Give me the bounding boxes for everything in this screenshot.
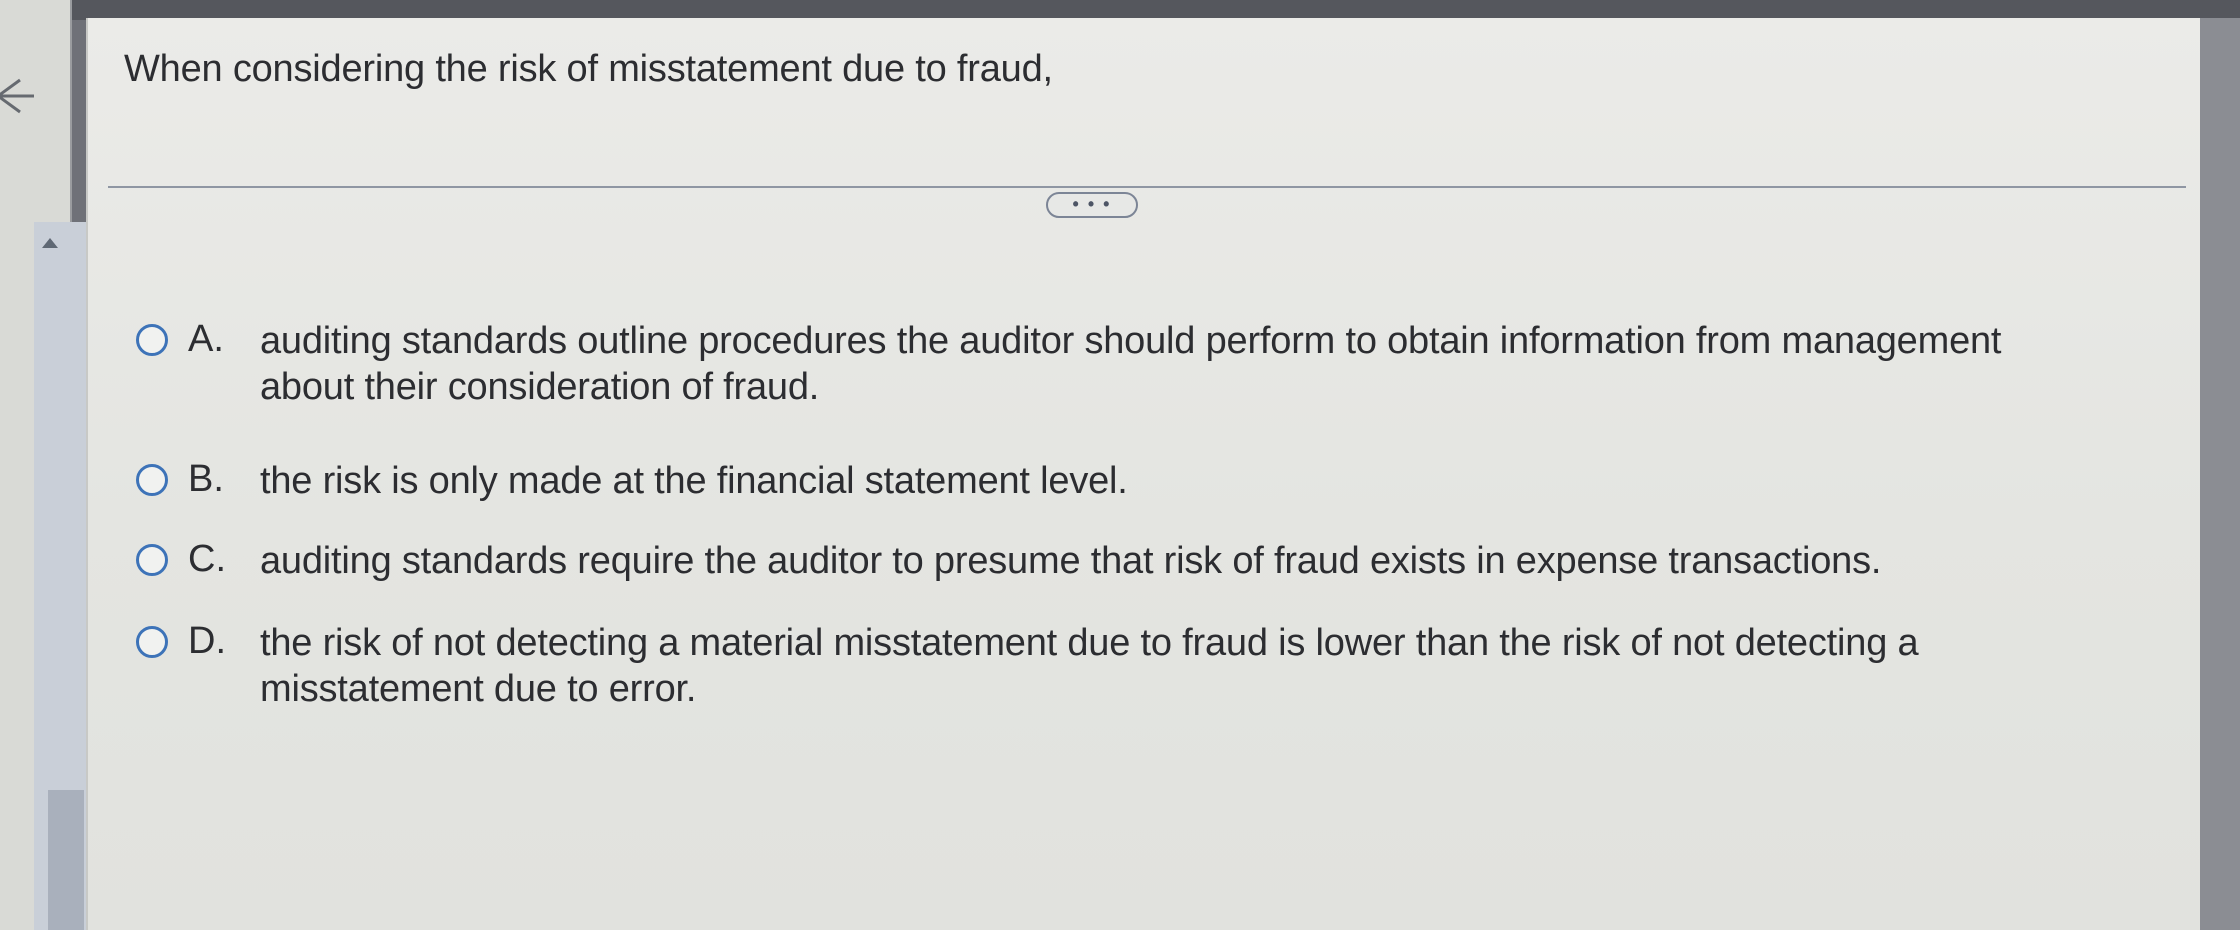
option-text: auditing standards require the auditor t… [260, 540, 1882, 582]
right-bezel [2200, 18, 2240, 930]
option-text: auditing standards outline procedures th… [260, 320, 2002, 408]
show-more-button[interactable]: • • • [1046, 192, 1138, 218]
scrollbar-thumb[interactable] [48, 790, 84, 930]
radio-button[interactable] [136, 464, 168, 496]
option-letter: D. [188, 620, 226, 662]
radio-button[interactable] [136, 324, 168, 356]
caret-up-icon[interactable] [38, 232, 62, 252]
option-text: the risk is only made at the financial s… [260, 460, 1128, 502]
question-panel: When considering the risk of misstatemen… [86, 18, 2200, 930]
option-letter: A. [188, 318, 224, 360]
option-text: the risk of not detecting a material mis… [260, 622, 1919, 710]
option-letter: B. [188, 458, 224, 500]
back-arrow-icon[interactable] [0, 72, 40, 118]
question-text: When considering the risk of misstatemen… [124, 48, 1053, 90]
radio-button[interactable] [136, 626, 168, 658]
divider [108, 186, 2186, 188]
radio-button[interactable] [136, 544, 168, 576]
option-letter: C. [188, 538, 226, 580]
top-bezel [0, 0, 2240, 20]
